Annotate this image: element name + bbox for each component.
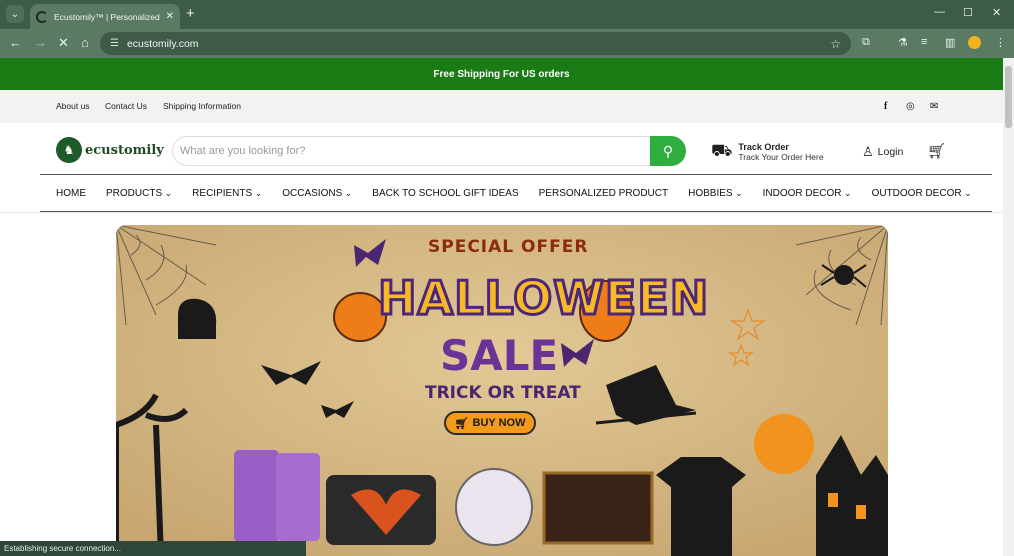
nav-item-label: HOBBIES: [688, 187, 733, 199]
nav-item-label: HOME: [56, 187, 86, 199]
nav-item-label: INDOOR DECOR: [762, 187, 842, 199]
search-placeholder: What are you looking for?: [180, 145, 306, 157]
deer-logo-icon: ♞: [56, 137, 82, 163]
mail-icon[interactable]: ✉: [930, 101, 938, 112]
track-order[interactable]: ⛟ Track Order Track Your Order Here: [711, 141, 824, 163]
contact-us-link[interactable]: Contact Us: [105, 101, 147, 111]
site-info-icon[interactable]: ☰: [110, 38, 119, 49]
bookmark-star-icon[interactable]: ☆: [830, 37, 841, 51]
tab-title: Ecustomily™ | Personalized & C: [54, 11, 162, 22]
nav-item-hobbies[interactable]: HOBBIES ⌄: [688, 188, 743, 199]
stop-loading-icon[interactable]: ✕: [58, 35, 69, 51]
browser-tab[interactable]: Ecustomily™ | Personalized & C ✕: [30, 4, 180, 29]
buy-now-button[interactable]: 🛒︎ BUY NOW: [444, 411, 536, 435]
buy-now-label: BUY NOW: [472, 417, 526, 429]
chevron-down-icon: ⌄: [961, 187, 972, 198]
nav-item-outdoor-decor[interactable]: OUTDOOR DECOR ⌄: [872, 188, 972, 199]
track-order-subtitle: Track Your Order Here: [738, 152, 824, 162]
announcement-bar: Free Shipping For US orders: [0, 58, 1003, 90]
profile-avatar[interactable]: [968, 36, 981, 49]
browser-tabbar: ⌄ Ecustomily™ | Personalized & C ✕ + — ☐…: [0, 0, 1014, 29]
reading-list-icon[interactable]: ≡: [921, 36, 927, 48]
utility-bar: About us Contact Us Shipping Information…: [0, 90, 1003, 123]
search-button[interactable]: ⚲: [650, 136, 686, 166]
nav-item-back-to-school-gift-ideas[interactable]: BACK TO SCHOOL GIFT IDEAS: [372, 188, 518, 199]
track-order-title: Track Order: [738, 142, 789, 152]
back-icon[interactable]: ←: [9, 35, 22, 51]
chevron-down-icon: ⌄: [162, 187, 173, 198]
address-bar[interactable]: ☰ ecustomily.com ☆: [100, 32, 851, 55]
announcement-text: Free Shipping For US orders: [433, 68, 570, 80]
login-label: Login: [877, 146, 904, 158]
status-bubble: Establishing secure connection...: [0, 541, 306, 556]
close-tab-icon[interactable]: ✕: [166, 11, 174, 22]
header-divider: [0, 212, 1003, 213]
site-header: ♞ ecustomily What are you looking for? ⚲…: [0, 123, 1003, 175]
home-icon[interactable]: ⌂: [81, 35, 89, 51]
maximize-icon[interactable]: ☐: [963, 6, 973, 19]
nav-item-products[interactable]: PRODUCTS ⌄: [106, 188, 172, 199]
search-input[interactable]: What are you looking for?: [172, 136, 650, 166]
tab-list-button[interactable]: ⌄: [6, 5, 24, 23]
nav-item-label: RECIPIENTS: [192, 187, 253, 199]
chevron-down-icon: ⌄: [252, 187, 263, 198]
halloween-banner[interactable]: SPECIAL OFFER HALLOWEEN SALE TRICK OR TR…: [116, 225, 888, 556]
nav-item-home[interactable]: HOME: [56, 188, 86, 199]
page-scrollbar-thumb[interactable]: [1005, 66, 1012, 128]
banner-tagline: TRICK OR TREAT: [425, 383, 581, 403]
shipping-info-link[interactable]: Shipping Information: [163, 101, 241, 111]
cart-icon[interactable]: 🛒︎: [927, 142, 946, 160]
truck-icon: ⛟: [711, 141, 733, 160]
nav-item-label: PRODUCTS: [106, 187, 163, 199]
logo[interactable]: ♞ ecustomily: [56, 137, 164, 163]
logo-text: ecustomily: [85, 142, 164, 158]
menu-kebab-icon[interactable]: ⋮: [995, 36, 1006, 49]
chevron-down-icon: ⌄: [841, 187, 852, 198]
banner-sale-text: SALE: [440, 331, 559, 380]
nav-item-personalized-product[interactable]: PERSONALIZED PRODUCT: [539, 188, 668, 199]
nav-item-recipients[interactable]: RECIPIENTS ⌄: [192, 188, 262, 199]
banner-headline: HALLOWEEN: [376, 270, 710, 327]
extensions-icon[interactable]: ⧉: [862, 36, 870, 49]
side-panel-icon[interactable]: ▥: [945, 36, 955, 49]
instagram-icon[interactable]: ◎: [906, 101, 915, 112]
browser-toolbar: ← → ✕ ⌂ ☰ ecustomily.com ☆ ⧉ ⚗ ≡ ▥ ⋮: [0, 29, 1014, 58]
nav-item-indoor-decor[interactable]: INDOOR DECOR ⌄: [763, 188, 852, 199]
labs-icon[interactable]: ⚗: [898, 36, 908, 49]
search-icon: ⚲: [662, 142, 674, 159]
cart-icon: 🛒︎: [454, 417, 469, 430]
main-navigation: HOME PRODUCTS ⌄ RECIPIENTS ⌄ OCCASIONS ⌄ BAC…: [40, 174, 992, 212]
login-button[interactable]: ♙ Login: [862, 144, 903, 160]
nav-item-occasions[interactable]: OCCASIONS ⌄: [282, 188, 352, 199]
minimize-icon[interactable]: —: [934, 6, 945, 18]
loading-icon: [36, 10, 48, 23]
chevron-down-icon: ⌄: [732, 187, 743, 198]
chevron-down-icon: ⌄: [342, 187, 353, 198]
nav-item-label: OUTDOOR DECOR: [871, 187, 962, 199]
facebook-icon[interactable]: f: [884, 101, 887, 112]
close-window-icon[interactable]: ✕: [992, 6, 1001, 19]
nav-item-label: BACK TO SCHOOL GIFT IDEAS: [372, 187, 519, 199]
url-text: ecustomily.com: [126, 37, 199, 50]
nav-item-label: OCCASIONS: [282, 187, 343, 199]
nav-item-label: PERSONALIZED PRODUCT: [538, 187, 669, 199]
forward-icon[interactable]: →: [34, 35, 47, 51]
new-tab-button[interactable]: +: [186, 6, 195, 21]
special-offer-text: SPECIAL OFFER: [428, 237, 589, 257]
user-icon: ♙: [862, 144, 874, 159]
page-scrollbar-track[interactable]: [1003, 58, 1014, 556]
about-us-link[interactable]: About us: [56, 101, 90, 111]
